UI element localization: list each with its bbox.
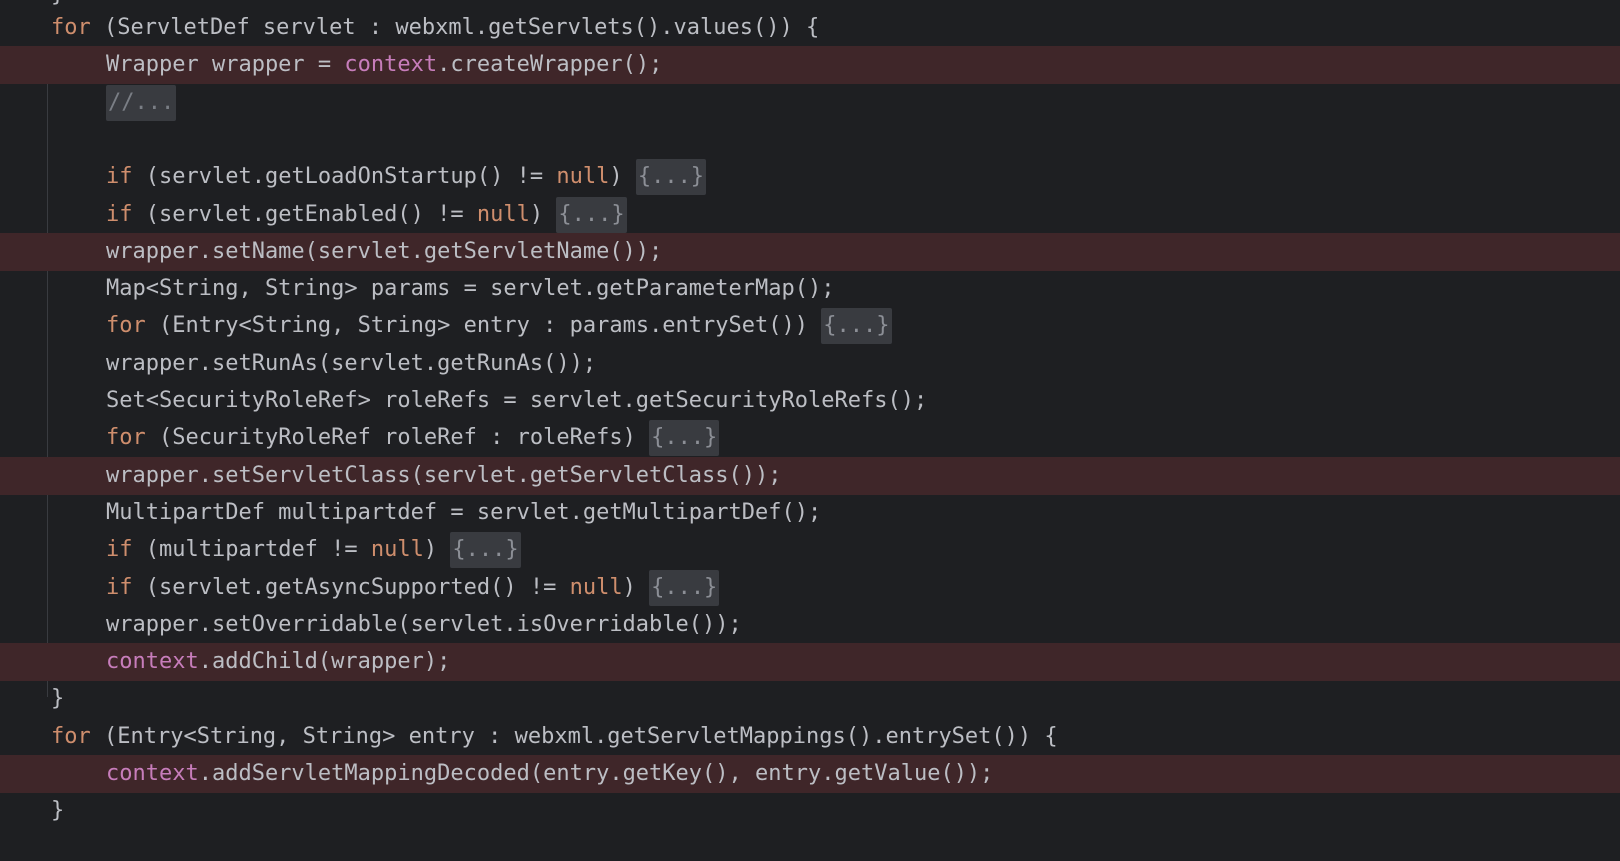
code-line[interactable]: wrapper.setOverridable(servlet.isOverrid… — [0, 606, 1620, 644]
keyword-token: for — [51, 723, 91, 749]
code-token: ) — [622, 574, 650, 600]
code-line[interactable]: if (servlet.getEnabled() != null) {...} — [0, 196, 1620, 234]
field-token: context — [106, 649, 199, 675]
keyword-token: if — [106, 537, 133, 563]
code-line[interactable]: wrapper.setRunAs(servlet.getRunAs()); — [0, 345, 1620, 383]
keyword-token: null — [556, 164, 610, 190]
code-text: Set<SecurityRoleRef> roleRefs = servlet.… — [106, 382, 927, 420]
folded-region[interactable]: {...} — [649, 569, 720, 606]
code-text: for (ServletDef servlet : webxml.getServ… — [51, 9, 819, 47]
code-text: Map<String, String> params = servlet.get… — [106, 270, 834, 308]
code-token: (ServletDef servlet : webxml.getServlets… — [90, 15, 820, 40]
code-text: for (Entry<String, String> entry : webxm… — [51, 718, 1058, 756]
code-line[interactable]: if (servlet.getAsyncSupported() != null)… — [0, 569, 1620, 607]
code-line-breakpoint[interactable]: wrapper.setServletClass(servlet.getServl… — [0, 456, 1620, 495]
code-text: if (servlet.getEnabled() != null) {...} — [106, 196, 627, 234]
code-text: Wrapper wrapper = context.createWrapper(… — [106, 46, 662, 84]
code-token: } — [51, 798, 65, 824]
folded-region[interactable]: {...} — [821, 308, 892, 345]
code-token: (servlet.getAsyncSupported() != — [132, 574, 570, 600]
code-line[interactable]: for (Entry<String, String> entry : webxm… — [0, 718, 1620, 756]
code-line[interactable]: Set<SecurityRoleRef> roleRefs = servlet.… — [0, 382, 1620, 420]
field-token: context — [344, 52, 438, 78]
code-line-breakpoint[interactable]: Wrapper wrapper = context.createWrapper(… — [0, 46, 1620, 85]
code-token: (Entry<String, String> entry : webxml.ge… — [90, 723, 1058, 749]
code-token: (multipartdef != — [132, 537, 371, 563]
code-line[interactable]: for (ServletDef servlet : webxml.getServ… — [0, 9, 1620, 47]
folded-region[interactable]: {...} — [450, 532, 521, 569]
keyword-token: if — [106, 201, 133, 227]
code-text: for (SecurityRoleRef roleRef : roleRefs)… — [106, 419, 720, 457]
code-text: wrapper.setOverridable(servlet.isOverrid… — [106, 606, 742, 644]
folded-region[interactable]: {...} — [556, 196, 627, 233]
code-text: if (multipartdef != null) {...} — [106, 531, 521, 569]
code-line[interactable] — [0, 121, 1620, 159]
code-token: (Entry<String, String> entry : params.en… — [145, 313, 822, 339]
code-editor[interactable]: } for (ServletDef servlet : webxml.getSe… — [0, 0, 1620, 861]
code-line[interactable]: for (SecurityRoleRef roleRef : roleRefs)… — [0, 419, 1620, 457]
code-token: .addServletMappingDecoded(entry.getKey()… — [198, 761, 994, 786]
code-line-breakpoint[interactable]: wrapper.setName(servlet.getServletName()… — [0, 232, 1620, 271]
code-token: (SecurityRoleRef roleRef : roleRefs) — [145, 425, 650, 451]
code-token: ) — [423, 537, 451, 563]
code-line-breakpoint[interactable]: context.addChild(wrapper); — [0, 643, 1620, 682]
code-text: wrapper.setServletClass(servlet.getServl… — [106, 457, 782, 495]
code-line[interactable]: MultipartDef multipartdef = servlet.getM… — [0, 494, 1620, 532]
code-text: wrapper.setName(servlet.getServletName()… — [106, 233, 662, 271]
code-line[interactable]: if (servlet.getLoadOnStartup() != null) … — [0, 158, 1620, 196]
keyword-token: if — [106, 574, 133, 600]
code-line-breakpoint[interactable]: context.addServletMappingDecoded(entry.g… — [0, 755, 1620, 793]
code-token: } — [51, 686, 65, 712]
code-line[interactable]: //... — [0, 84, 1620, 122]
keyword-token: for — [106, 425, 146, 451]
code-token: .createWrapper(); — [437, 52, 663, 78]
folded-comment[interactable]: //... — [106, 84, 177, 121]
code-token: wrapper.setName(servlet.getServletName()… — [106, 238, 663, 264]
closing-brace-stub: } — [51, 0, 64, 7]
code-line[interactable]: for (Entry<String, String> entry : param… — [0, 307, 1620, 345]
code-line[interactable]: if (multipartdef != null) {...} — [0, 531, 1620, 569]
keyword-token: null — [370, 537, 424, 563]
keyword-token: if — [106, 164, 133, 190]
code-line[interactable]: Map<String, String> params = servlet.get… — [0, 270, 1620, 308]
code-text: wrapper.setRunAs(servlet.getRunAs()); — [106, 345, 596, 383]
code-token: wrapper.setServletClass(servlet.getServl… — [106, 462, 782, 488]
code-token: (servlet.getEnabled() != — [132, 201, 477, 227]
folded-region[interactable]: {...} — [649, 420, 720, 457]
keyword-token: null — [476, 201, 530, 227]
keyword-token: for — [106, 313, 146, 339]
code-text: if (servlet.getAsyncSupported() != null)… — [106, 569, 720, 607]
folded-region[interactable]: {...} — [635, 159, 707, 196]
code-line[interactable]: } — [0, 680, 1620, 718]
code-text: context.addServletMappingDecoded(entry.g… — [106, 755, 993, 793]
code-text: MultipartDef multipartdef = servlet.getM… — [106, 494, 821, 532]
code-token: wrapper.setRunAs(servlet.getRunAs()); — [106, 350, 597, 376]
code-token: Map<String, String> params = servlet.get… — [106, 276, 835, 302]
keyword-token: null — [569, 574, 623, 600]
code-text: } — [51, 680, 64, 718]
code-token: wrapper.setOverridable(servlet.isOverrid… — [106, 611, 742, 637]
code-token: Wrapper wrapper = — [106, 52, 345, 78]
code-text: } — [51, 792, 64, 830]
code-token: ) — [609, 164, 636, 190]
field-token: context — [106, 761, 199, 786]
code-token: MultipartDef multipartdef = servlet.getM… — [106, 499, 822, 525]
code-token: .addChild(wrapper); — [198, 649, 451, 675]
code-token: ) — [529, 201, 557, 227]
code-text: context.addChild(wrapper); — [106, 643, 450, 681]
code-text: if (servlet.getLoadOnStartup() != null) … — [106, 158, 707, 196]
code-token: Set<SecurityRoleRef> roleRefs = servlet.… — [106, 388, 928, 413]
keyword-token: for — [51, 15, 91, 40]
code-text: //... — [106, 84, 177, 122]
code-text: for (Entry<String, String> entry : param… — [106, 307, 892, 345]
code-line[interactable]: } — [0, 792, 1620, 830]
code-token: (servlet.getLoadOnStartup() != — [132, 164, 557, 190]
